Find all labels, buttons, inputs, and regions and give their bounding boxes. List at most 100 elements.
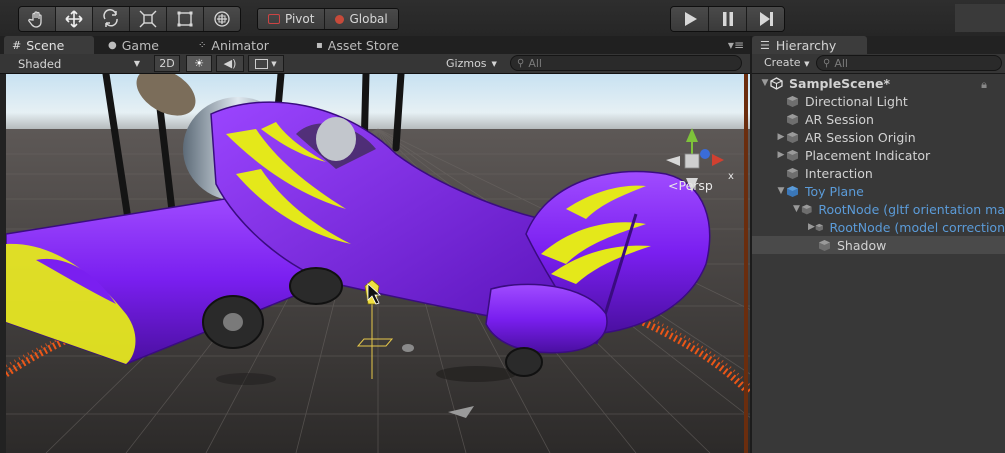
rotate-tool-button[interactable] bbox=[93, 7, 130, 31]
hierarchy-row-label: Placement Indicator bbox=[805, 147, 931, 163]
tail-wheel bbox=[505, 347, 543, 377]
hierarchy-row-label: Interaction bbox=[805, 165, 873, 181]
hand-icon bbox=[28, 11, 42, 28]
rect-icon bbox=[177, 11, 193, 27]
chevron-down-icon: ▼ bbox=[271, 59, 277, 68]
hierarchy-row[interactable]: Directional Light bbox=[752, 92, 1005, 110]
collapse-arrow-icon[interactable]: ▶ bbox=[776, 150, 786, 160]
gameobject-icon bbox=[787, 149, 798, 161]
global-label: Global bbox=[349, 12, 388, 26]
chevron-down-icon: ▼ bbox=[133, 59, 140, 68]
hierarchy-row-label: AR Session bbox=[805, 111, 874, 127]
hierarchy-row-label: RootNode (gltf orientation ma bbox=[818, 201, 1005, 217]
hierarchy-row-label: Toy Plane bbox=[805, 183, 864, 199]
asset-store-icon: ▪ bbox=[316, 39, 323, 51]
prefab-icon bbox=[787, 185, 798, 197]
effects-dropdown[interactable]: ▼ bbox=[248, 55, 284, 72]
tab-game[interactable]: ● Game bbox=[108, 36, 159, 54]
pivot-toggle[interactable]: Pivot bbox=[258, 9, 325, 29]
scene-toolbar: Shaded ▼ 2D ☀ ◀) ▼ Gizmos ▼ ⚲ All bbox=[0, 54, 750, 74]
gameobject-icon bbox=[801, 204, 812, 214]
expand-arrow-icon[interactable]: ▼ bbox=[776, 186, 786, 196]
list-icon: ☰ bbox=[760, 38, 770, 52]
gameobject-icon bbox=[787, 131, 798, 143]
hierarchy-row[interactable]: ▼ RootNode (gltf orientation ma bbox=[752, 200, 1005, 218]
collapse-arrow-icon[interactable]: ▶ bbox=[808, 222, 815, 232]
tab-hierarchy[interactable]: ☰ Hierarchy bbox=[752, 36, 867, 54]
create-label: Create bbox=[764, 56, 801, 69]
tab-scene-label: Scene bbox=[26, 37, 65, 53]
scene-viewport[interactable]: x <Persp bbox=[6, 74, 750, 453]
play-icon bbox=[684, 12, 697, 26]
svg-text:x: x bbox=[728, 171, 734, 182]
scale-icon bbox=[139, 10, 157, 28]
tab-hierarchy-label: Hierarchy bbox=[775, 37, 837, 53]
global-toggle[interactable]: Global bbox=[324, 9, 398, 29]
hierarchy-row[interactable]: AR Session bbox=[752, 110, 1005, 128]
hierarchy-row-label: AR Session Origin bbox=[805, 129, 916, 145]
search-icon: ⚲ bbox=[823, 57, 831, 69]
hierarchy-search-input[interactable]: ⚲ All bbox=[816, 55, 1002, 71]
gameobject-icon bbox=[787, 95, 798, 107]
hierarchy-row-label: Shadow bbox=[837, 237, 887, 253]
transform-tool-button[interactable] bbox=[204, 7, 240, 31]
audio-toggle[interactable]: ◀) bbox=[216, 55, 244, 72]
scene-render: x bbox=[6, 74, 750, 453]
expand-arrow-icon[interactable]: ▼ bbox=[792, 204, 801, 214]
move-tool-button[interactable] bbox=[56, 7, 93, 31]
hierarchy-row-label: SampleScene* bbox=[789, 75, 890, 91]
hierarchy-row[interactable]: ▼ Toy Plane bbox=[752, 182, 1005, 200]
gameobject-icon bbox=[815, 223, 823, 231]
rotate-icon bbox=[103, 9, 118, 27]
scene-search-placeholder: All bbox=[528, 56, 542, 70]
gameobject-icon bbox=[787, 167, 798, 179]
tab-asset-store[interactable]: ▪ Asset Store bbox=[316, 36, 399, 54]
hierarchy-row[interactable]: ▶ Placement Indicator bbox=[752, 146, 1005, 164]
tab-animator-label: Animator bbox=[211, 37, 269, 53]
shading-mode-dropdown[interactable]: Shaded ▼ bbox=[6, 55, 146, 72]
hierarchy-row[interactable]: ▼ SampleScene* bbox=[752, 74, 1005, 92]
collapse-arrow-icon[interactable]: ▶ bbox=[776, 132, 786, 142]
hierarchy-row[interactable]: Interaction bbox=[752, 164, 1005, 182]
gizmos-label: Gizmos bbox=[446, 57, 487, 70]
mode-2d-toggle[interactable]: 2D bbox=[154, 55, 180, 72]
back-arrow-icon: < bbox=[668, 178, 679, 193]
tab-animator[interactable]: ⁘ Animator bbox=[198, 36, 269, 54]
panel-menu-icon[interactable]: ▾≡ bbox=[728, 38, 744, 52]
pivot-icon bbox=[268, 14, 280, 24]
scene-right-border bbox=[744, 74, 748, 453]
hand-tool-button[interactable] bbox=[19, 7, 56, 31]
mode-2d-label: 2D bbox=[159, 57, 175, 70]
move-icon bbox=[65, 10, 83, 28]
hierarchy-row-label: RootNode (model correction bbox=[829, 219, 1005, 235]
hierarchy-toolbar: Create ▼ ⚲ All bbox=[752, 54, 1005, 74]
pause-button[interactable] bbox=[709, 7, 747, 31]
gameobject-icon bbox=[787, 113, 798, 125]
tab-scene[interactable]: # Scene bbox=[4, 36, 94, 54]
hierarchy-row[interactable]: ▶ RootNode (model correction bbox=[752, 218, 1005, 236]
create-dropdown[interactable]: Create ▼ bbox=[764, 56, 809, 69]
scale-tool-button[interactable] bbox=[130, 7, 167, 31]
transform-tools bbox=[18, 6, 241, 32]
hierarchy-row[interactable]: ▶ AR Session Origin bbox=[752, 128, 1005, 146]
hierarchy-panel: ☰ Hierarchy Create ▼ ⚲ All 🔒︎ ▼ SampleSce… bbox=[752, 36, 1005, 453]
hierarchy-row[interactable]: Shadow bbox=[752, 236, 1005, 254]
step-button[interactable] bbox=[747, 7, 784, 31]
lighting-toggle[interactable]: ☀ bbox=[186, 55, 212, 72]
play-button[interactable] bbox=[671, 7, 709, 31]
rect-tool-button[interactable] bbox=[167, 7, 204, 31]
shading-mode-value: Shaded bbox=[18, 56, 62, 71]
step-icon bbox=[759, 12, 773, 26]
expand-arrow-icon[interactable]: ▼ bbox=[760, 78, 770, 88]
gizmos-dropdown[interactable]: Gizmos ▼ bbox=[446, 55, 497, 72]
pivot-global-group: Pivot Global bbox=[257, 8, 399, 30]
gameobject-icon bbox=[819, 239, 830, 251]
speaker-icon: ◀) bbox=[223, 57, 237, 70]
animator-icon: ⁘ bbox=[198, 39, 207, 51]
scene-search-input[interactable]: ⚲ All bbox=[510, 55, 742, 71]
tab-game-label: Game bbox=[121, 37, 159, 53]
main-toolbar: Pivot Global bbox=[0, 0, 1005, 36]
tab-asset-store-label: Asset Store bbox=[327, 37, 399, 53]
hierarchy-tabbar: ☰ Hierarchy bbox=[752, 36, 1005, 54]
projection-label[interactable]: <Persp bbox=[668, 178, 713, 193]
